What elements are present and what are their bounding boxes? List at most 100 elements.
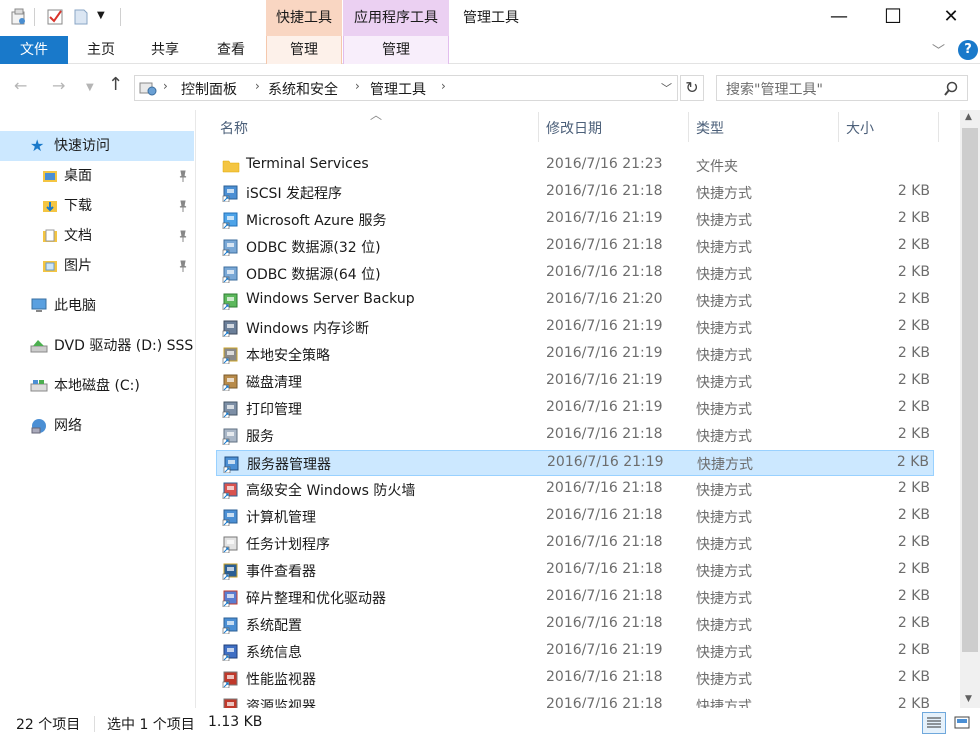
column-header-size[interactable]: 大小 <box>846 118 874 140</box>
search-input[interactable]: 搜索"管理工具" <box>726 79 823 99</box>
nav-desktop-label: 桌面 <box>64 168 92 184</box>
file-row[interactable]: 碎片整理和优化驱动器 2016/7/16 21:18 快捷方式 2 KB <box>216 585 934 611</box>
close-button[interactable]: ✕ <box>928 0 974 32</box>
file-row[interactable]: 高级安全 Windows 防火墙 2016/7/16 21:18 快捷方式 2 KB <box>216 477 934 503</box>
file-row[interactable]: 服务 2016/7/16 21:18 快捷方式 2 KB <box>216 423 934 449</box>
file-row[interactable]: Terminal Services 2016/7/16 21:23 文件夹 <box>216 153 934 179</box>
tab-share[interactable]: 共享 <box>136 36 194 64</box>
file-date: 2016/7/16 21:23 <box>546 156 663 172</box>
scroll-down-icon[interactable]: ▼ <box>965 694 972 704</box>
back-arrow-icon[interactable]: ← <box>14 76 27 95</box>
scrollbar-thumb[interactable] <box>962 128 978 652</box>
file-size: 2 KB <box>897 507 930 523</box>
check-properties-icon[interactable] <box>46 8 64 26</box>
column-separator[interactable] <box>838 112 839 142</box>
up-arrow-icon[interactable]: ↑ <box>108 74 123 95</box>
tab-file[interactable]: 文件 <box>0 36 68 64</box>
pin-icon[interactable] <box>178 170 188 182</box>
column-separator[interactable] <box>688 112 689 142</box>
address-bar[interactable]: › 控制面板 › 系统和安全 › 管理工具 › ﹀ <box>134 75 678 101</box>
column-separator[interactable] <box>938 112 939 142</box>
nav-desktop[interactable]: 桌面 <box>0 161 194 191</box>
address-dropdown-icon[interactable]: ﹀ <box>661 80 672 96</box>
breadcrumb-separator-icon[interactable]: › <box>355 79 360 93</box>
file-type: 快捷方式 <box>696 186 752 202</box>
file-row[interactable]: iSCSI 发起程序 2016/7/16 21:18 快捷方式 2 KB <box>216 180 934 206</box>
file-row[interactable]: Windows Server Backup 2016/7/16 21:20 快捷方式… <box>216 288 934 314</box>
file-list: ︿ 名称 修改日期 类型 大小 Terminal Services 2016/7/… <box>196 110 960 708</box>
search-box[interactable]: 搜索"管理工具" <box>716 75 968 101</box>
file-row[interactable]: Microsoft Azure 服务 2016/7/16 21:19 快捷方式 2 K… <box>216 207 934 233</box>
tab-view[interactable]: 查看 <box>202 36 260 64</box>
ribbon-collapse-icon[interactable]: ﹀ <box>932 40 945 59</box>
file-row[interactable]: 系统信息 2016/7/16 21:19 快捷方式 2 KB <box>216 639 934 665</box>
ctx-tab-shortcut-tools[interactable]: 快捷工具 <box>266 0 342 36</box>
tab-home[interactable]: 主页 <box>72 36 130 64</box>
nav-local-disk[interactable]: 本地磁盘 (C:) <box>0 371 194 401</box>
file-row[interactable]: 系统配置 2016/7/16 21:18 快捷方式 2 KB <box>216 612 934 638</box>
nav-pictures[interactable]: 图片 <box>0 251 194 281</box>
breadcrumb-separator-icon[interactable]: › <box>255 79 260 93</box>
nav-network[interactable]: 网络 <box>0 411 194 441</box>
file-row[interactable]: 打印管理 2016/7/16 21:19 快捷方式 2 KB <box>216 396 934 422</box>
file-row[interactable]: ODBC 数据源(64 位) 2016/7/16 21:18 快捷方式 2 KB <box>216 261 934 287</box>
file-row[interactable]: 任务计划程序 2016/7/16 21:18 快捷方式 2 KB <box>216 531 934 557</box>
vertical-scrollbar[interactable]: ▲ ▼ <box>960 110 980 708</box>
properties-icon[interactable] <box>10 8 28 26</box>
pin-icon[interactable] <box>178 200 188 212</box>
large-icons-view-icon[interactable] <box>950 712 974 734</box>
qa-customize-dropdown-icon[interactable]: ▼ <box>97 10 105 21</box>
file-row[interactable]: Windows 内存诊断 2016/7/16 21:19 快捷方式 2 KB <box>216 315 934 341</box>
backup-icon <box>222 293 238 310</box>
file-row[interactable]: 磁盘清理 2016/7/16 21:19 快捷方式 2 KB <box>216 369 934 395</box>
scroll-up-icon[interactable]: ▲ <box>965 112 972 122</box>
minimize-button[interactable]: — <box>816 0 862 32</box>
breadcrumb-control-panel[interactable]: 控制面板 <box>181 79 237 99</box>
tab-manage-app[interactable]: 管理 <box>343 36 449 64</box>
pin-icon[interactable] <box>178 260 188 272</box>
file-row[interactable]: 服务器管理器 2016/7/16 21:19 快捷方式 2 KB <box>216 450 934 476</box>
nav-downloads[interactable]: 下载 <box>0 191 194 221</box>
column-header-name[interactable]: 名称 <box>220 118 248 140</box>
file-type: 快捷方式 <box>696 402 752 418</box>
nav-dvd-drive[interactable]: DVD 驱动器 (D:) SSS <box>0 331 194 361</box>
nav-quick-access[interactable]: ★ 快速访问 <box>0 131 194 161</box>
help-icon[interactable]: ? <box>958 40 978 60</box>
file-row[interactable]: 本地安全策略 2016/7/16 21:19 快捷方式 2 KB <box>216 342 934 368</box>
search-icon[interactable] <box>943 81 959 97</box>
file-name: 碎片整理和优化驱动器 <box>246 591 386 607</box>
file-name: iSCSI 发起程序 <box>246 186 343 202</box>
maximize-button[interactable]: ☐ <box>870 0 916 32</box>
file-date: 2016/7/16 21:19 <box>546 318 663 334</box>
column-header-type[interactable]: 类型 <box>696 118 724 140</box>
file-row[interactable]: ODBC 数据源(32 位) 2016/7/16 21:18 快捷方式 2 KB <box>216 234 934 260</box>
nav-documents[interactable]: 文档 <box>0 221 194 251</box>
file-date: 2016/7/16 21:18 <box>546 615 663 631</box>
breadcrumb-system-security[interactable]: 系统和安全 <box>268 79 338 99</box>
details-view-icon[interactable] <box>922 712 946 734</box>
refresh-icon[interactable]: ↻ <box>680 75 704 101</box>
file-row[interactable]: 事件查看器 2016/7/16 21:18 快捷方式 2 KB <box>216 558 934 584</box>
forward-arrow-icon[interactable]: → <box>52 76 65 95</box>
file-type: 快捷方式 <box>696 591 752 607</box>
column-separator[interactable] <box>538 112 539 142</box>
nav-this-pc[interactable]: 此电脑 <box>0 291 194 321</box>
new-folder-icon[interactable] <box>72 8 90 26</box>
file-row[interactable]: 性能监视器 2016/7/16 21:18 快捷方式 2 KB <box>216 666 934 692</box>
file-size: 2 KB <box>897 183 930 199</box>
file-size: 2 KB <box>897 291 930 307</box>
printer-icon <box>222 401 238 418</box>
network-icon <box>31 419 46 434</box>
breadcrumb-separator-icon[interactable]: › <box>441 79 446 93</box>
pin-icon[interactable] <box>178 230 188 242</box>
file-size: 2 KB <box>897 426 930 442</box>
breadcrumb-admin-tools[interactable]: 管理工具 <box>370 79 426 99</box>
breadcrumb-separator-icon[interactable]: › <box>163 79 168 93</box>
recent-locations-dropdown-icon[interactable]: ▼ <box>86 82 94 93</box>
tab-manage-shortcut[interactable]: 管理 <box>266 36 342 64</box>
ctx-tab-app-tools[interactable]: 应用程序工具 <box>343 0 449 36</box>
column-header-date[interactable]: 修改日期 <box>546 118 602 140</box>
desktop-folder-icon <box>43 171 57 182</box>
file-row[interactable]: 资源监视器 2016/7/16 21:18 快捷方式 2 KB <box>216 693 934 708</box>
file-row[interactable]: 计算机管理 2016/7/16 21:18 快捷方式 2 KB <box>216 504 934 530</box>
